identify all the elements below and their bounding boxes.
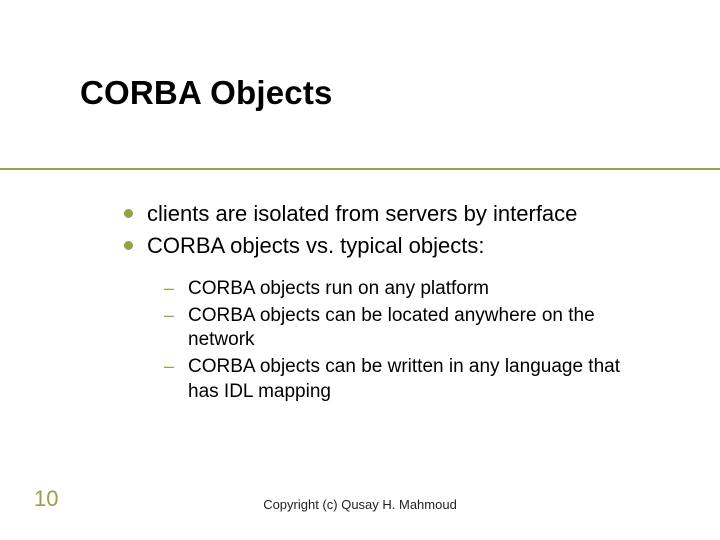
- dash-icon: –: [164, 356, 174, 377]
- sub-bullet-item: – CORBA objects can be written in any la…: [164, 355, 654, 404]
- slide: CORBA Objects clients are isolated from …: [0, 0, 720, 540]
- sub-bullet-text: CORBA objects run on any platform: [188, 277, 489, 302]
- copyright-text: Copyright (c) Qusay H. Mahmoud: [0, 497, 720, 512]
- dash-icon: –: [164, 278, 174, 299]
- bullet-item: clients are isolated from servers by int…: [124, 200, 654, 228]
- bullet-text: clients are isolated from servers by int…: [147, 200, 577, 228]
- bullet-text: CORBA objects vs. typical objects:: [147, 232, 484, 260]
- divider-line: [0, 168, 720, 170]
- sub-bullet-text: CORBA objects can be written in any lang…: [188, 355, 654, 404]
- bullet-dot-icon: [124, 241, 133, 250]
- content-area: clients are isolated from servers by int…: [124, 200, 654, 406]
- slide-title: CORBA Objects: [80, 74, 720, 112]
- title-area: CORBA Objects: [0, 0, 720, 112]
- bullet-item: CORBA objects vs. typical objects:: [124, 232, 654, 260]
- sub-bullet-text: CORBA objects can be located anywhere on…: [188, 304, 654, 353]
- sub-bullet-item: – CORBA objects can be located anywhere …: [164, 304, 654, 353]
- sub-bullet-group: – CORBA objects run on any platform – CO…: [164, 277, 654, 404]
- sub-bullet-item: – CORBA objects run on any platform: [164, 277, 654, 302]
- dash-icon: –: [164, 305, 174, 326]
- bullet-dot-icon: [124, 209, 133, 218]
